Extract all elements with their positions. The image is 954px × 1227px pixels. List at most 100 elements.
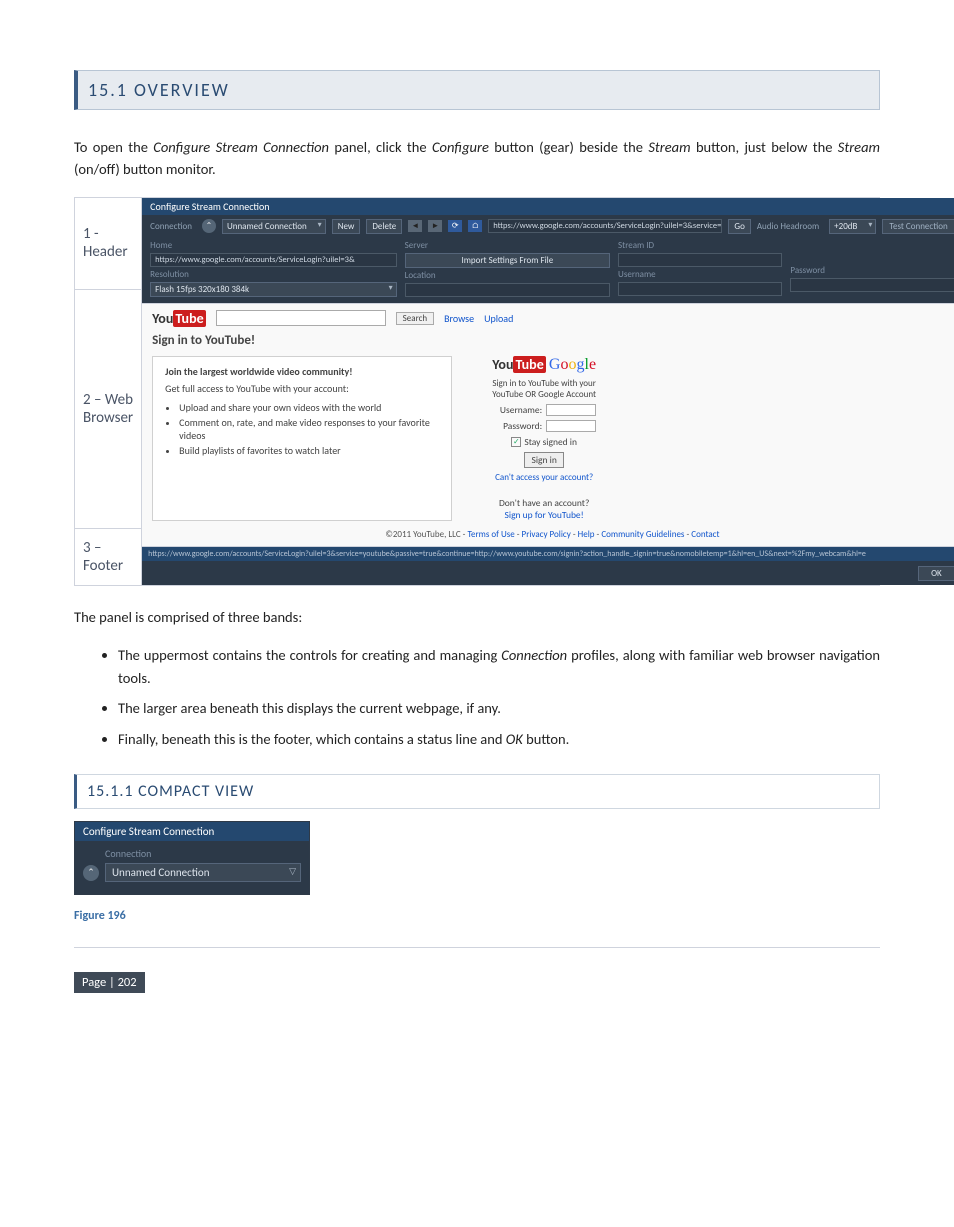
- compact-row: ⌃ Unnamed Connection: [83, 863, 301, 882]
- after-panel-paragraph: The panel is comprised of three bands:: [74, 606, 880, 628]
- stream-id-label: Stream ID: [618, 240, 782, 251]
- youtube-logo: YouTube: [152, 310, 205, 327]
- password-input[interactable]: [546, 420, 596, 432]
- password-field[interactable]: [790, 278, 954, 292]
- compact-title: Configure Stream Connection: [75, 822, 309, 841]
- signup-link[interactable]: Sign up for YouTube!: [505, 509, 584, 521]
- signin-subtext: Sign in to YouTube with your YouTube OR …: [492, 378, 596, 400]
- logo-tube: Tube: [513, 356, 545, 373]
- url-bar[interactable]: https://www.google.com/accounts/ServiceL…: [488, 219, 722, 233]
- nav-reload-icon[interactable]: ⟳: [448, 220, 462, 232]
- test-connection-button[interactable]: Test Connection: [882, 219, 954, 234]
- location-label: Location: [405, 270, 610, 281]
- resolution-dropdown[interactable]: Flash 15fps 320x180 384k: [150, 282, 396, 297]
- stay-signed-row[interactable]: ✓ Stay signed in: [511, 436, 577, 448]
- g-letter: e: [589, 356, 596, 373]
- privacy-link[interactable]: Privacy Policy: [522, 529, 571, 540]
- logo-you: You: [152, 310, 173, 327]
- status-line: https://www.google.com/accounts/ServiceL…: [142, 547, 954, 561]
- go-button[interactable]: Go: [728, 219, 750, 234]
- bullet-item: The uppermost contains the controls for …: [118, 644, 880, 689]
- page-number: Page | 202: [74, 972, 145, 993]
- password-label: Password:: [492, 420, 542, 432]
- nav-forward-icon[interactable]: ►: [428, 220, 442, 232]
- google-logo: Google: [549, 356, 596, 373]
- browse-link[interactable]: Browse: [444, 312, 474, 325]
- community-link[interactable]: Community Guidelines: [601, 529, 684, 540]
- text: (on/off) button monitor.: [74, 160, 216, 178]
- collapse-toggle-icon[interactable]: ⌃: [202, 219, 216, 233]
- signin-button[interactable]: Sign in: [524, 452, 563, 468]
- bands-bullets: The uppermost contains the controls for …: [118, 644, 880, 750]
- text-italic: Configure: [432, 138, 489, 156]
- import-settings-button[interactable]: Import Settings From File: [405, 253, 610, 268]
- search-button[interactable]: Search: [396, 312, 434, 325]
- promo-bullet: Upload and share your own videos with th…: [179, 401, 439, 414]
- cant-access-link[interactable]: Can't access your account?: [495, 472, 593, 483]
- terms-link[interactable]: Terms of Use: [467, 529, 514, 540]
- promo-heading: Join the largest worldwide video communi…: [165, 365, 439, 378]
- contact-link[interactable]: Contact: [691, 529, 719, 540]
- brand-row: YouTube Google: [492, 356, 596, 374]
- text-italic: OK: [506, 730, 523, 748]
- password-row: Password:: [492, 420, 596, 432]
- intro-paragraph: To open the Configure Stream Connection …: [74, 136, 880, 181]
- stream-id-field[interactable]: [618, 253, 782, 267]
- g-letter: G: [549, 356, 561, 373]
- web-browser-band: YouTube Search Browse Upload Sign in to …: [142, 304, 954, 547]
- compact-body: Connection ⌃ Unnamed Connection: [75, 841, 309, 894]
- password-label: Password: [790, 265, 954, 276]
- header-row-top: Connection ⌃ Unnamed Connection New Dele…: [142, 215, 954, 238]
- search-input[interactable]: [216, 310, 386, 326]
- connection-dropdown[interactable]: Unnamed Connection: [222, 219, 326, 234]
- text-italic: Stream: [838, 138, 880, 156]
- label-header: 1 - Header: [75, 198, 141, 290]
- username-label: Username:: [492, 404, 542, 416]
- figure-left-labels: 1 - Header 2 – Web Browser 3 – Footer: [75, 198, 142, 585]
- youtube-footer-links: ©2011 YouTube, LLC - Terms of Use - Priv…: [152, 529, 953, 540]
- checkbox-icon[interactable]: ✓: [511, 437, 521, 447]
- stay-signed-label: Stay signed in: [524, 436, 577, 448]
- compact-connection-dropdown[interactable]: Unnamed Connection: [105, 863, 301, 882]
- server-label: Server: [405, 240, 610, 251]
- username-input[interactable]: [546, 404, 596, 416]
- figure-caption: Figure 196: [74, 909, 880, 923]
- compact-connection-label: Connection: [105, 847, 301, 860]
- ok-row: OK: [142, 562, 954, 585]
- signin-form: YouTube Google Sign in to YouTube with y…: [492, 356, 596, 521]
- text: The uppermost contains the controls for …: [118, 646, 501, 664]
- username-field[interactable]: [618, 282, 782, 296]
- text: button, just below the: [691, 138, 838, 156]
- new-button[interactable]: New: [332, 219, 361, 234]
- signin-body: Join the largest worldwide video communi…: [152, 356, 953, 521]
- label-footer: 3 – Footer: [75, 529, 141, 585]
- expand-toggle-icon[interactable]: ⌃: [83, 865, 99, 881]
- text: To open the: [74, 138, 153, 156]
- subsection-heading: 15.1.1 COMPACT VIEW: [74, 774, 880, 809]
- logo-tube: Tube: [173, 310, 205, 327]
- text-italic: Connection: [501, 646, 567, 664]
- ok-button[interactable]: OK: [918, 566, 954, 581]
- bullet-item: Finally, beneath this is the footer, whi…: [118, 728, 880, 750]
- section-heading: 15.1 OVERVIEW: [74, 70, 880, 110]
- nav-back-icon[interactable]: ◄: [408, 220, 422, 232]
- promo-bullets: Upload and share your own videos with th…: [179, 401, 439, 457]
- delete-button[interactable]: Delete: [366, 219, 402, 234]
- logo-you: You: [492, 356, 513, 373]
- audio-headroom-dropdown[interactable]: +20dB: [829, 219, 876, 234]
- text: ©2011 YouTube, LLC -: [385, 529, 467, 540]
- home-field[interactable]: https://www.google.com/accounts/ServiceL…: [150, 253, 396, 267]
- panel-figure: 1 - Header 2 – Web Browser 3 – Footer Co…: [74, 197, 880, 586]
- upload-link[interactable]: Upload: [484, 312, 513, 325]
- panel-title: Configure Stream Connection: [142, 198, 954, 215]
- help-link[interactable]: Help: [578, 529, 595, 540]
- no-account-block: Don't have an account? Sign up for YouTu…: [499, 497, 589, 521]
- location-field[interactable]: [405, 283, 610, 297]
- nav-home-icon[interactable]: ⌂: [468, 220, 482, 232]
- text: Don't have an account?: [499, 497, 589, 509]
- text: button (gear) beside the: [489, 138, 648, 156]
- text-italic: Stream: [648, 138, 690, 156]
- text: Finally, beneath this is the footer, whi…: [118, 730, 506, 748]
- promo-bullet: Build playlists of favorites to watch la…: [179, 444, 439, 457]
- text: Sign in to YouTube with your: [492, 378, 596, 389]
